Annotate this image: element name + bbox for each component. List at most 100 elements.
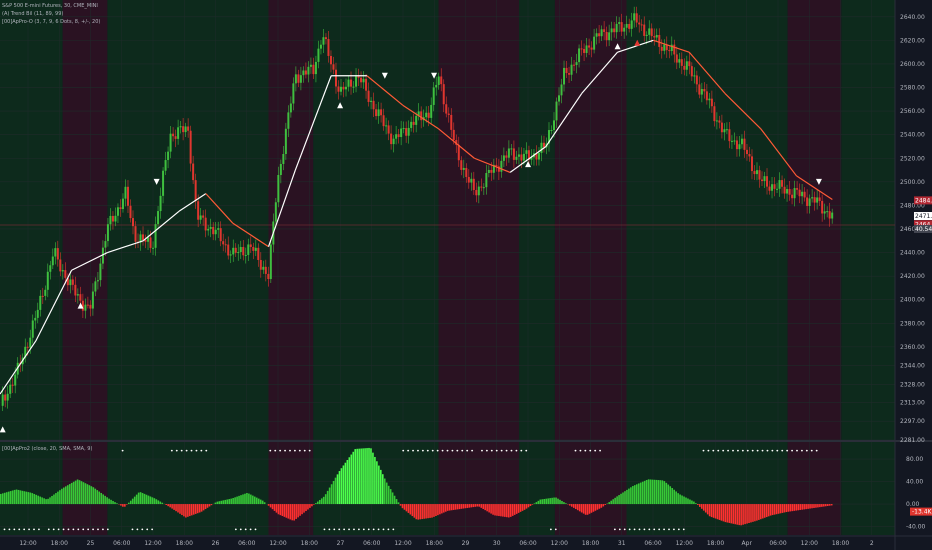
osc-dot xyxy=(57,528,60,531)
osc-dot xyxy=(495,449,498,452)
osc-bar xyxy=(545,498,548,505)
candle-body xyxy=(510,148,513,150)
osc-bar xyxy=(1,493,4,505)
osc-bar xyxy=(269,504,272,508)
pro-indicator-legend[interactable]: [00]ApPro-O (3, 7, 9, 6 Dots, 8, +/-, 20… xyxy=(2,19,100,25)
osc-bar xyxy=(198,504,201,513)
osc-bar xyxy=(74,480,77,505)
candle-body xyxy=(142,234,145,240)
candle-body xyxy=(743,138,746,150)
osc-tick-label: 80.00 xyxy=(906,456,923,463)
candle-body xyxy=(289,103,292,113)
osc-bar xyxy=(819,504,821,508)
osc-bar xyxy=(706,504,709,515)
price-tick-label: 2640.00 xyxy=(900,14,925,21)
osc-dot xyxy=(136,528,139,531)
time-tick-label: 06:00 xyxy=(363,540,380,547)
osc-bar xyxy=(509,504,512,517)
candle-body xyxy=(718,120,721,123)
candle-body xyxy=(267,273,270,280)
osc-dot xyxy=(421,449,424,452)
osc-dot xyxy=(367,528,370,531)
osc-bar xyxy=(200,504,203,512)
osc-bar xyxy=(291,504,294,521)
candle-body xyxy=(249,244,252,247)
osc-bar xyxy=(376,461,378,505)
osc-dot xyxy=(298,449,301,452)
osc-bar xyxy=(114,502,116,505)
osc-bar xyxy=(704,504,707,513)
candle-body xyxy=(560,84,563,96)
osc-bar xyxy=(817,504,819,508)
candle-body xyxy=(46,271,49,290)
candle-body xyxy=(522,153,525,161)
trading-chart[interactable]: 2640.002620.002600.002580.002560.002540.… xyxy=(0,0,932,550)
candle-body xyxy=(432,87,435,105)
osc-bar xyxy=(403,504,406,510)
osc-dot xyxy=(781,449,784,452)
time-tick-label: 30 xyxy=(493,540,501,547)
candle-body xyxy=(415,115,418,125)
candle-body xyxy=(563,67,566,85)
osc-bar xyxy=(181,504,183,516)
candle-body xyxy=(816,197,819,203)
osc-bar xyxy=(395,499,398,505)
candle-body xyxy=(440,76,443,85)
candle-body xyxy=(500,160,503,172)
candle-body xyxy=(149,237,152,248)
osc-dot xyxy=(751,449,754,452)
candle-body xyxy=(277,174,280,203)
osc-bar xyxy=(185,504,187,518)
osc-bar xyxy=(433,504,435,517)
time-tick-label: 06:00 xyxy=(113,540,130,547)
osc-bar xyxy=(466,504,469,508)
osc-dot xyxy=(254,528,257,531)
osc-dot xyxy=(18,528,21,531)
osc-bar xyxy=(161,502,164,505)
osc-bar xyxy=(756,504,758,521)
candle-body xyxy=(477,186,480,196)
osc-bar xyxy=(785,504,788,513)
candle-body xyxy=(793,188,796,199)
candle-body xyxy=(187,126,190,131)
candle-body xyxy=(823,211,826,214)
osc-bar xyxy=(767,504,770,517)
candle-body xyxy=(237,252,240,254)
osc-bar xyxy=(401,504,404,509)
osc-bar xyxy=(427,504,429,519)
osc-bar xyxy=(553,497,555,505)
osc-dot xyxy=(554,528,557,531)
osc-bar xyxy=(378,465,380,505)
symbol-legend[interactable]: S&P 500 E-mini Futures, 30, CME_MINI xyxy=(2,3,98,9)
price-tick-label: 2313.00 xyxy=(900,399,925,406)
time-tick-label: 27 xyxy=(337,540,345,547)
candle-body xyxy=(219,228,222,242)
candle-body xyxy=(365,78,368,91)
candle-body xyxy=(683,65,686,70)
candle-body xyxy=(129,205,132,219)
osc-dot xyxy=(653,528,656,531)
osc-bar xyxy=(608,502,611,505)
osc-bar xyxy=(803,504,805,510)
candle-body xyxy=(465,167,468,177)
candle-body xyxy=(462,167,465,170)
osc-bar xyxy=(381,474,384,505)
candle-body xyxy=(239,246,242,253)
osc-dot xyxy=(722,449,725,452)
osc-bar xyxy=(257,498,260,505)
osc-bar xyxy=(718,504,721,520)
candle-body xyxy=(515,156,518,160)
candle-body xyxy=(457,144,460,161)
candle-body xyxy=(690,66,693,77)
osc-bar xyxy=(27,492,30,505)
price-tick-label: 2440.00 xyxy=(900,250,925,257)
osc-bar xyxy=(405,504,408,512)
time-tick-label: 12:00 xyxy=(551,540,568,547)
osc-dot xyxy=(471,449,474,452)
osc-dot xyxy=(579,449,582,452)
trend-indicator-legend[interactable]: (A) Trend Bil (11, 89, 99) xyxy=(2,11,63,17)
osc-dot xyxy=(353,528,355,531)
oscillator-legend[interactable]: [00]ApPro2 (close, 20, SMA, SMA, 9) xyxy=(2,446,92,452)
osc-bar xyxy=(691,500,693,505)
price-tick-label: 2281.00 xyxy=(900,437,925,444)
